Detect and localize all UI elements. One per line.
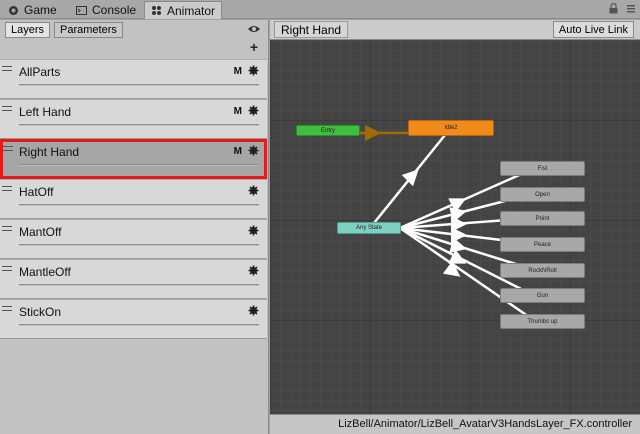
- drag-handle-icon[interactable]: [2, 306, 12, 311]
- layer-weight-bar: [19, 204, 259, 206]
- add-layer-button[interactable]: +: [250, 39, 258, 55]
- layer-weight-bar: [19, 324, 259, 326]
- console-icon: [76, 5, 87, 15]
- menu-icon[interactable]: [626, 3, 636, 14]
- layer-mask-flag: M: [233, 146, 242, 157]
- layer-item-selected[interactable]: Right Hand M: [0, 139, 267, 179]
- layer-mask-flag: M: [233, 106, 242, 117]
- tab-game-label: Game: [24, 3, 57, 17]
- transitions-layer: [330, 125, 536, 323]
- layer-weight-bar: [19, 124, 259, 126]
- lock-icon[interactable]: [609, 3, 618, 14]
- gear-icon[interactable]: [248, 185, 259, 196]
- panel-tabs: Layers Parameters: [0, 20, 269, 39]
- layer-weight-bar: [19, 84, 259, 86]
- layer-name: StickOn: [19, 305, 62, 319]
- state-node-peace[interactable]: Peace: [500, 237, 585, 252]
- state-node-fist[interactable]: Fist: [500, 161, 585, 176]
- controller-path: LizBell/Animator/LizBell_AvatarV3HandsLa…: [338, 418, 632, 430]
- state-node-rocknroll[interactable]: RockNRoll: [500, 263, 585, 278]
- drag-handle-icon[interactable]: [2, 66, 12, 71]
- layer-weight-bar: [19, 164, 259, 166]
- drag-handle-icon[interactable]: [2, 226, 12, 231]
- gear-icon[interactable]: [248, 305, 259, 316]
- layer-item[interactable]: HatOff: [0, 179, 267, 219]
- gear-icon[interactable]: [248, 65, 259, 76]
- layer-item[interactable]: Left Hand M: [0, 99, 267, 139]
- layer-name: Left Hand: [19, 105, 72, 119]
- tab-animator[interactable]: Animator: [144, 1, 223, 19]
- layer-name: Right Hand: [19, 145, 80, 159]
- any-state-node[interactable]: Any State: [337, 222, 401, 234]
- drag-handle-icon[interactable]: [3, 146, 13, 151]
- tab-layers[interactable]: Layers: [5, 22, 51, 38]
- window-tab-bar: Game Console Animator: [0, 0, 640, 19]
- tab-console-label: Console: [92, 3, 137, 17]
- transition-arrow: [449, 207, 467, 223]
- layers-panel: Layers Parameters + AllParts M Left Hand…: [0, 20, 269, 434]
- gear-icon[interactable]: [248, 105, 259, 116]
- layer-mask-flag: M: [233, 66, 242, 77]
- gear-icon[interactable]: [248, 225, 259, 236]
- drag-handle-icon[interactable]: [2, 186, 12, 191]
- layer-item[interactable]: MantleOff: [0, 259, 267, 299]
- animator-icon: [152, 6, 161, 15]
- tab-console[interactable]: Console: [70, 1, 142, 19]
- layer-name: MantleOff: [19, 265, 71, 279]
- state-node-thumbs-up[interactable]: Thumbs up: [500, 314, 585, 329]
- window-tools: [609, 3, 636, 14]
- layer-item[interactable]: MantOff: [0, 219, 267, 259]
- tab-game[interactable]: Game: [2, 1, 63, 19]
- layer-item[interactable]: AllParts M: [0, 59, 267, 99]
- default-state-node[interactable]: Idle2: [408, 120, 494, 136]
- layer-item[interactable]: StickOn: [0, 299, 267, 339]
- layer-name: HatOff: [19, 185, 54, 199]
- layer-name: AllParts: [19, 65, 61, 79]
- transition-arrow: [449, 237, 467, 253]
- state-node-open[interactable]: Open: [500, 187, 585, 202]
- gear-icon[interactable]: [248, 265, 259, 276]
- animator-graph[interactable]: Right Hand Auto Live Link Entry Idle2 An…: [270, 20, 640, 434]
- state-node-point[interactable]: Point: [500, 211, 585, 226]
- layer-name: MantOff: [19, 225, 62, 239]
- drag-handle-icon[interactable]: [2, 266, 12, 271]
- transition-arrow: [401, 169, 419, 187]
- transition-arrow: [442, 260, 461, 277]
- graph-footer: LizBell/Animator/LizBell_AvatarV3HandsLa…: [270, 414, 640, 434]
- eye-icon[interactable]: [247, 23, 261, 35]
- game-controller-icon: [9, 5, 18, 15]
- gear-icon[interactable]: [248, 145, 259, 156]
- layer-weight-bar: [19, 244, 259, 246]
- drag-handle-icon[interactable]: [2, 106, 12, 111]
- tab-parameters[interactable]: Parameters: [54, 22, 123, 38]
- tab-animator-label: Animator: [167, 3, 216, 18]
- state-node-gun[interactable]: Gun: [500, 288, 585, 303]
- entry-node[interactable]: Entry: [296, 125, 360, 136]
- layer-weight-bar: [19, 284, 259, 286]
